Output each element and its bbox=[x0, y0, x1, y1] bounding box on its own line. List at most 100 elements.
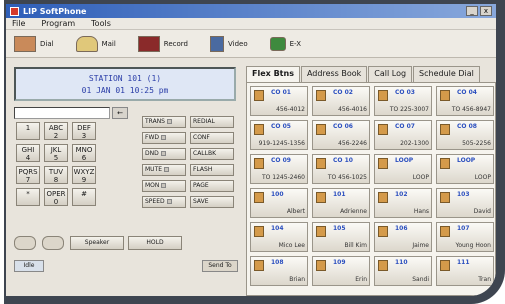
close-button[interactable]: x bbox=[480, 6, 492, 16]
flex-button[interactable]: 109 Erin bbox=[312, 256, 370, 286]
phone-line-icon bbox=[254, 90, 264, 101]
video-icon bbox=[209, 35, 224, 52]
flex-button-number: 104 bbox=[271, 225, 284, 232]
flex-button[interactable]: 100 Albert bbox=[250, 188, 308, 218]
menu-program[interactable]: Program bbox=[41, 19, 75, 28]
key-9[interactable]: WXYZ 9 bbox=[72, 166, 96, 184]
key-3[interactable]: DEF 3 bbox=[72, 122, 96, 140]
answer-button[interactable] bbox=[14, 236, 36, 250]
send-to-button[interactable]: Send To bbox=[202, 260, 238, 272]
redial-button[interactable]: REDIAL bbox=[190, 116, 234, 128]
toolbar-ex-button[interactable]: E-X bbox=[269, 36, 301, 51]
flex-button-number: CO 08 bbox=[457, 123, 477, 130]
tab-flex-btns[interactable]: Flex Btns bbox=[246, 66, 300, 82]
flex-button-label: Hans bbox=[413, 208, 429, 215]
flex-button[interactable]: 111 Tran bbox=[436, 256, 494, 286]
trans-button[interactable]: TRANS bbox=[142, 116, 186, 128]
callbk-button[interactable]: CALLBK bbox=[190, 148, 234, 160]
dial-number-input[interactable] bbox=[14, 107, 110, 119]
flex-button[interactable]: CO 10 TO 456-1025 bbox=[312, 154, 370, 184]
phone-line-icon bbox=[378, 90, 388, 101]
conf-button[interactable]: CONF bbox=[190, 132, 234, 144]
screenshot-canvas: LIP SoftPhone _ x File Program Tools Dia… bbox=[0, 0, 505, 304]
key-4[interactable]: GHI 4 bbox=[16, 144, 40, 162]
mon-led bbox=[161, 183, 167, 188]
mute-button[interactable]: MUTE bbox=[142, 164, 186, 176]
phone-line-icon bbox=[440, 260, 450, 271]
flex-button-number: CO 02 bbox=[333, 89, 353, 96]
flex-button[interactable]: 101 Adrienne bbox=[312, 188, 370, 218]
key-6[interactable]: MNO 6 bbox=[72, 144, 96, 162]
flex-button-number: 101 bbox=[333, 191, 346, 198]
flex-panel: Flex Btns Address Book Call Log Schedule… bbox=[246, 66, 496, 296]
key-7[interactable]: PQRS 7 bbox=[16, 166, 40, 184]
save-button[interactable]: SAVE bbox=[190, 196, 234, 208]
flex-button[interactable]: 102 Hans bbox=[374, 188, 432, 218]
flex-button[interactable]: LOOP LOOP bbox=[436, 154, 494, 184]
toolbar-record-button[interactable]: Record bbox=[137, 35, 188, 52]
flex-button[interactable]: CO 02 456-4016 bbox=[312, 86, 370, 116]
title-bar[interactable]: LIP SoftPhone _ x bbox=[6, 4, 496, 18]
page-button[interactable]: PAGE bbox=[190, 180, 234, 192]
fwd-button[interactable]: FWD bbox=[142, 132, 186, 144]
key-1[interactable]: 1 bbox=[16, 122, 40, 140]
flex-button-label: 202-1300 bbox=[400, 140, 429, 147]
flex-button[interactable]: CO 05 919-1245-1356 bbox=[250, 120, 308, 150]
record-icon bbox=[137, 35, 160, 52]
backspace-button[interactable]: ← bbox=[112, 107, 128, 119]
menu-file[interactable]: File bbox=[12, 19, 25, 28]
dnd-button[interactable]: DND bbox=[142, 148, 186, 160]
mon-button[interactable]: MON bbox=[142, 180, 186, 192]
toolbar-video-button[interactable]: Video bbox=[209, 35, 248, 52]
status-row: Idle Send To bbox=[10, 260, 242, 272]
flash-button[interactable]: FLASH bbox=[190, 164, 234, 176]
flex-button[interactable]: CO 07 202-1300 bbox=[374, 120, 432, 150]
flex-button[interactable]: 104 Mico Lee bbox=[250, 222, 308, 252]
tab-schedule-dial[interactable]: Schedule Dial bbox=[413, 66, 480, 82]
flex-button[interactable]: CO 06 456-2246 bbox=[312, 120, 370, 150]
phone-line-icon bbox=[378, 260, 388, 271]
flex-button[interactable]: 110 Sandi bbox=[374, 256, 432, 286]
tab-call-log[interactable]: Call Log bbox=[368, 66, 413, 82]
speaker-button[interactable]: Speaker bbox=[70, 236, 124, 250]
key-2[interactable]: ABC 2 bbox=[44, 122, 68, 140]
flex-button[interactable]: 107 Young Hoon bbox=[436, 222, 494, 252]
key-hash[interactable]: # bbox=[72, 188, 96, 206]
tab-address-book[interactable]: Address Book bbox=[300, 66, 368, 82]
flex-button-number: 100 bbox=[271, 191, 284, 198]
flex-button-label: Mico Lee bbox=[278, 242, 305, 249]
flex-button[interactable]: LOOP LOOP bbox=[374, 154, 432, 184]
toolbar-dial-button[interactable]: Dial bbox=[14, 35, 54, 52]
key-8[interactable]: TUV 8 bbox=[44, 166, 68, 184]
flex-button[interactable]: CO 03 TO 225-3007 bbox=[374, 86, 432, 116]
lcd-line-2: 01 JAN 01 10:25 pm bbox=[81, 86, 169, 95]
flex-button[interactable]: CO 08 505-2256 bbox=[436, 120, 494, 150]
flex-button-label: Tran bbox=[478, 276, 491, 283]
flex-button-label: TO 225-3007 bbox=[389, 106, 429, 113]
flex-button[interactable]: 108 Brian bbox=[250, 256, 308, 286]
flex-button[interactable]: 103 David bbox=[436, 188, 494, 218]
flex-button[interactable]: CO 01 456-4012 bbox=[250, 86, 308, 116]
flex-button-label: 919-1245-1356 bbox=[258, 140, 305, 147]
phone-line-icon bbox=[254, 226, 264, 237]
phone-line-icon bbox=[254, 260, 264, 271]
minimize-button[interactable]: _ bbox=[466, 6, 478, 16]
speed-button[interactable]: SPEED bbox=[142, 196, 186, 208]
release-button[interactable] bbox=[42, 236, 64, 250]
call-control-row: Speaker HOLD bbox=[14, 236, 186, 250]
toolbar-mail-button[interactable]: Mail bbox=[75, 35, 116, 52]
flex-button[interactable]: CO 04 TO 456-8947 bbox=[436, 86, 494, 116]
tab-bar: Flex Btns Address Book Call Log Schedule… bbox=[246, 66, 496, 82]
key-star[interactable]: * bbox=[16, 188, 40, 206]
flex-button[interactable]: 106 Jaime bbox=[374, 222, 432, 252]
key-5[interactable]: JKL 5 bbox=[44, 144, 68, 162]
flex-button-label: 456-2246 bbox=[338, 140, 367, 147]
key-0[interactable]: OPER 0 bbox=[44, 188, 68, 206]
phone-line-icon bbox=[378, 124, 388, 135]
flex-button[interactable]: 105 Bill Kim bbox=[312, 222, 370, 252]
flex-button-number: CO 01 bbox=[271, 89, 291, 96]
flex-button[interactable]: CO 09 TO 1245-2460 bbox=[250, 154, 308, 184]
hold-button[interactable]: HOLD bbox=[128, 236, 182, 250]
phone-line-icon bbox=[378, 158, 388, 169]
menu-tools[interactable]: Tools bbox=[91, 19, 111, 28]
